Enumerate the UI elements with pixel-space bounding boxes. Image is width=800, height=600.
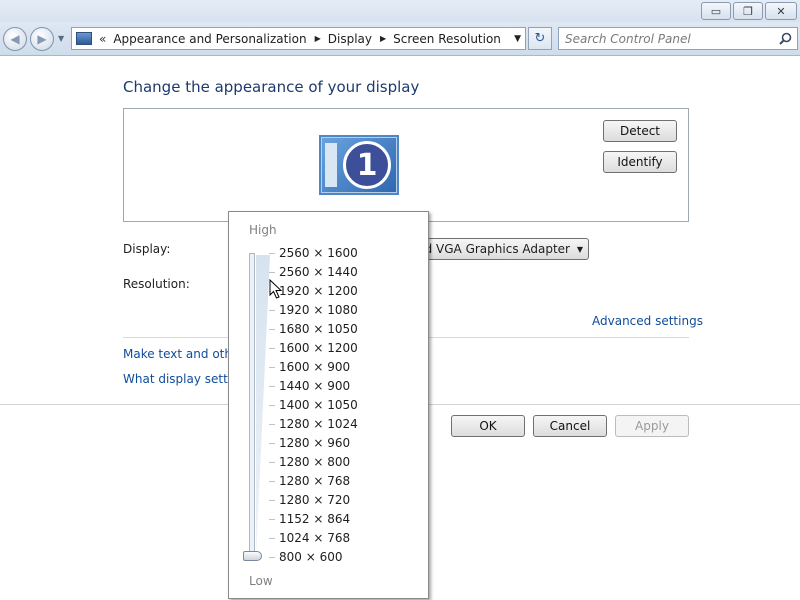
display-label: Display: [123,242,171,256]
slider-low-label: Low [249,574,273,588]
resolution-slider-popup: High 2560 × 1600 2560 × 1440 1920 × 1200 19… [228,211,429,599]
breadcrumb-screen-resolution[interactable]: Screen Resolution [393,32,501,46]
page-title: Change the appearance of your display [123,78,420,96]
resolution-option[interactable]: 1280 × 768 [269,472,419,491]
identify-button[interactable]: Identify [603,151,677,173]
restore-icon: ❐ [743,4,753,18]
breadcrumb-separator-icon[interactable]: ▶ [315,34,321,43]
breadcrumb-separator-icon[interactable]: ▶ [380,34,386,43]
back-arrow-icon: ◀ [10,32,20,46]
navigation-bar: ◀ ▶ ▼ « Appearance and Personalization ▶… [0,22,800,56]
resolution-option[interactable]: 800 × 600 [269,548,419,567]
resolution-option[interactable]: 1920 × 1080 [269,301,419,320]
minimize-icon: ▭ [710,4,722,18]
minimize-button[interactable]: ▭ [701,2,731,20]
search-box[interactable] [558,27,798,50]
display-preview-panel: 1 Detect Identify [123,108,689,222]
resolution-option[interactable]: 1400 × 1050 [269,396,419,415]
title-bar: ▭ ❐ ✕ [0,0,800,22]
forward-arrow-icon: ▶ [37,32,47,46]
resolution-option[interactable]: 1440 × 900 [269,377,419,396]
refresh-button[interactable]: ↻ [528,27,552,50]
advanced-settings-link[interactable]: Advanced settings [592,314,703,328]
recent-pages-dropdown-icon[interactable]: ▼ [58,34,64,43]
resolution-options-list: 2560 × 1600 2560 × 1440 1920 × 1200 1920 × … [269,244,419,567]
monitor-1-thumbnail[interactable]: 1 [319,135,399,195]
make-text-larger-link[interactable]: Make text and other [123,347,228,361]
resolution-slider-thumb[interactable] [243,551,262,561]
breadcrumb-appearance[interactable]: Appearance and Personalization [113,32,306,46]
forward-button[interactable]: ▶ [30,27,54,51]
resolution-option[interactable]: 1600 × 900 [269,358,419,377]
resolution-option[interactable]: 1280 × 800 [269,453,419,472]
resolution-option[interactable]: 1024 × 768 [269,529,419,548]
resolution-option[interactable]: 1680 × 1050 [269,320,419,339]
resolution-option[interactable]: 1600 × 1200 [269,339,419,358]
resolution-option[interactable]: 1280 × 720 [269,491,419,510]
ok-button[interactable]: OK [451,415,525,437]
resolution-label: Resolution: [123,277,190,291]
address-overflow-chevron[interactable]: « [99,32,106,46]
resolution-slider-track[interactable] [249,253,255,559]
resolution-option[interactable]: 1920 × 1200 [269,282,419,301]
breadcrumb-display[interactable]: Display [328,32,372,46]
slider-high-label: High [249,223,277,237]
search-input[interactable] [565,31,775,47]
display-settings-help-link[interactable]: What display setting [123,372,228,386]
search-icon[interactable] [779,32,792,45]
back-button[interactable]: ◀ [3,27,27,51]
monitor-number-badge: 1 [343,141,391,189]
chevron-down-icon: ▼ [576,245,583,254]
monitor-taskbar-graphic [325,143,337,187]
address-dropdown-icon[interactable]: ▼ [514,34,521,44]
control-panel-icon [76,32,92,45]
apply-button[interactable]: Apply [615,415,689,437]
cancel-button[interactable]: Cancel [533,415,607,437]
slider-wedge-graphic [256,255,270,557]
resolution-option[interactable]: 2560 × 1600 [269,244,419,263]
resolution-option[interactable]: 1280 × 960 [269,434,419,453]
address-bar[interactable]: « Appearance and Personalization ▶ Displ… [71,27,526,50]
resolution-option[interactable]: 2560 × 1440 [269,263,419,282]
resolution-option[interactable]: 1280 × 1024 [269,415,419,434]
close-icon: ✕ [776,4,786,18]
restore-button[interactable]: ❐ [733,2,763,20]
mouse-cursor-icon [269,279,283,299]
resolution-option[interactable]: 1152 × 864 [269,510,419,529]
refresh-icon: ↻ [534,31,546,46]
detect-button[interactable]: Detect [603,120,677,142]
close-button[interactable]: ✕ [765,2,797,20]
